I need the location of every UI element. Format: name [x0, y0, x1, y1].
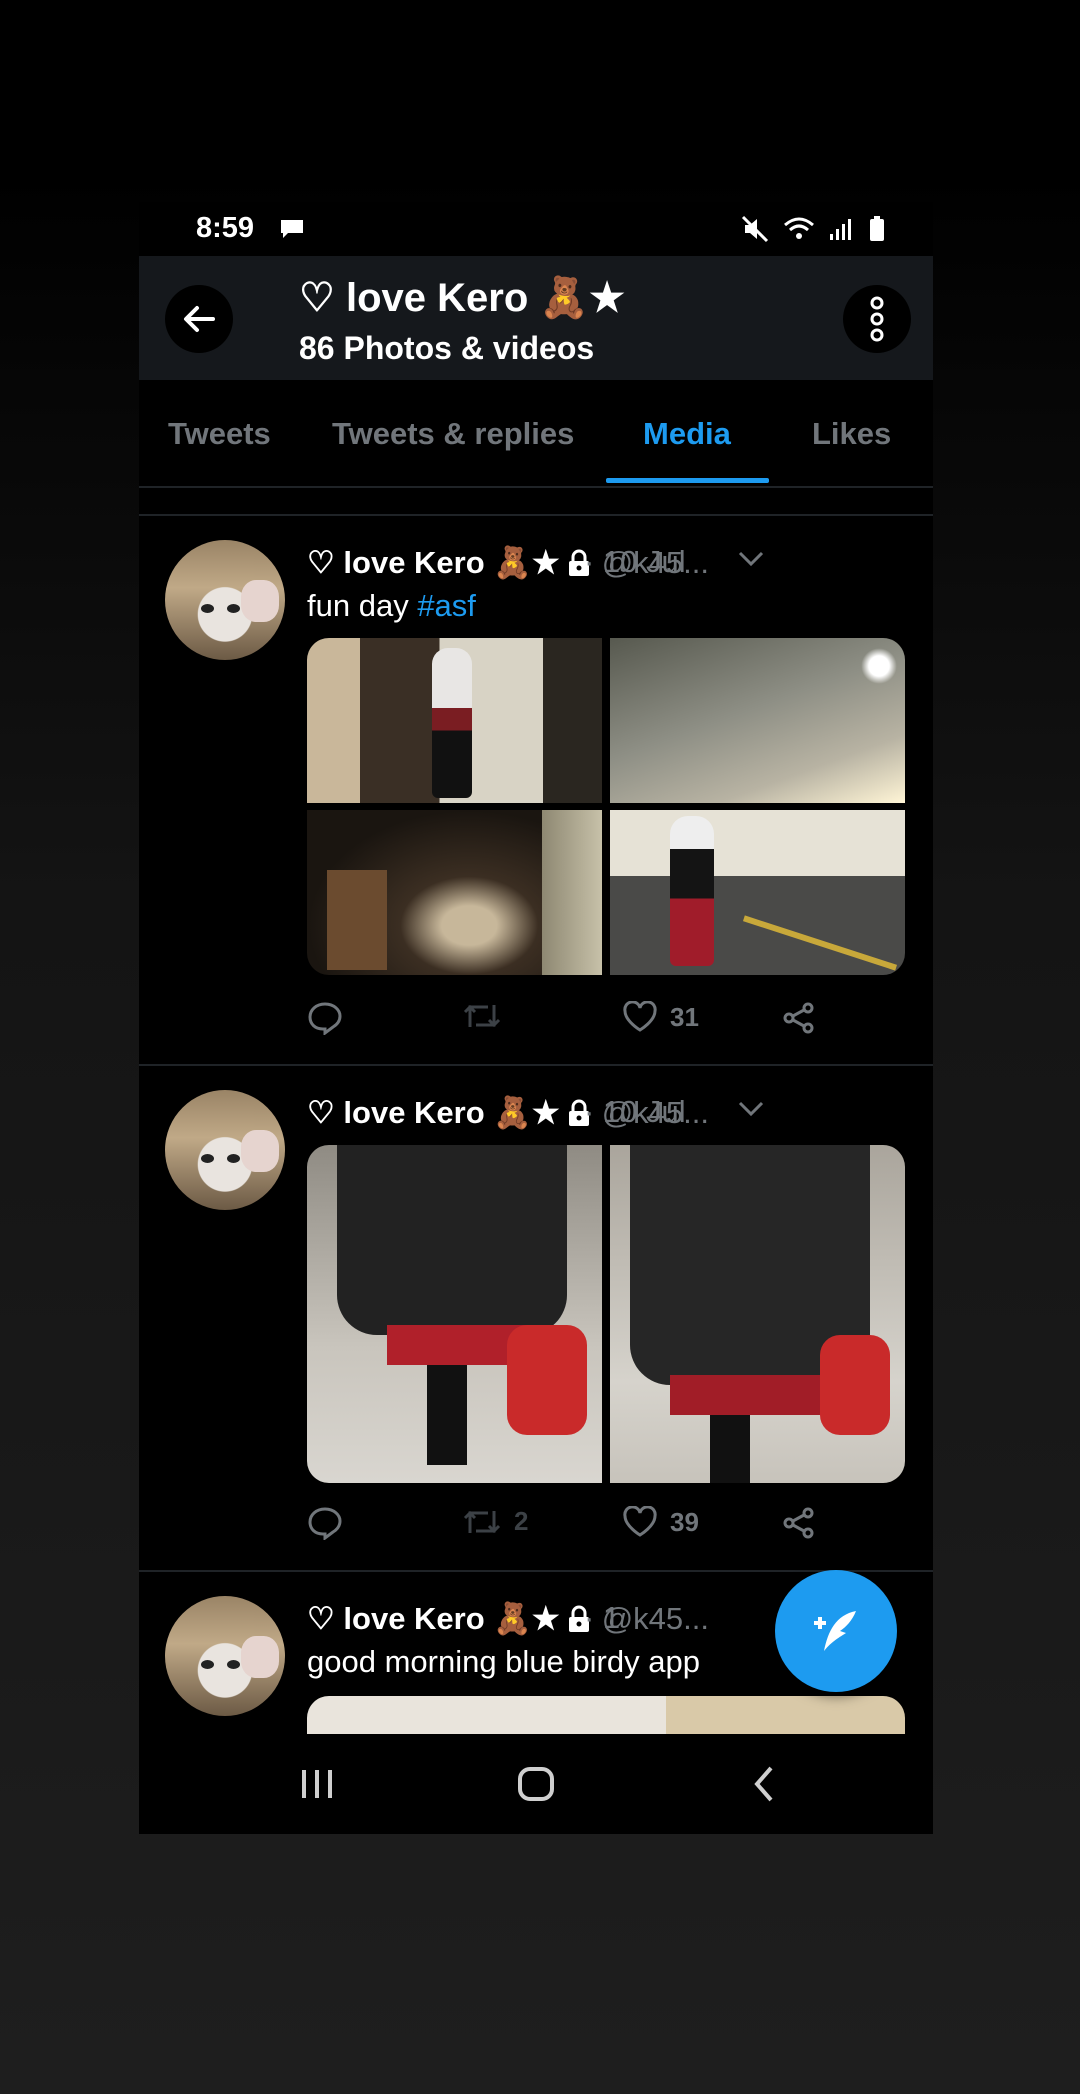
tweet-photo[interactable] [610, 1145, 905, 1483]
phone-screen: 8:59 ♡ love Kero 🧸★ 86 Photos & videos T… [139, 202, 933, 1834]
tab-tweets-replies[interactable]: Tweets & replies [332, 416, 574, 452]
retweet-button[interactable] [462, 1001, 502, 1031]
tweet-text: fun day #asf [307, 588, 476, 624]
message-notification-icon [281, 220, 303, 238]
battery-icon [870, 216, 884, 241]
tweet-photo[interactable] [307, 638, 602, 803]
avatar[interactable] [165, 1090, 285, 1210]
home-icon[interactable] [516, 1764, 556, 1804]
tweet-date[interactable]: · 1 [584, 1600, 620, 1636]
retweet-icon [463, 1004, 501, 1028]
chevron-down-icon[interactable] [737, 550, 765, 568]
share-button[interactable] [782, 1506, 816, 1540]
tweet-1-media-grid [307, 638, 905, 975]
tab-likes[interactable]: Likes [812, 416, 891, 452]
heart-icon [623, 1001, 657, 1032]
active-tab-indicator [606, 478, 769, 483]
tweet-author-name[interactable]: ♡ love Kero 🧸★ [307, 1094, 560, 1131]
tweet-photo[interactable] [307, 810, 602, 975]
retweet-count: 2 [514, 1506, 529, 1536]
back-button[interactable] [165, 285, 233, 353]
retweet-button[interactable]: 2 [462, 1506, 528, 1537]
reply-button[interactable] [307, 1001, 343, 1035]
more-options-button[interactable] [843, 285, 911, 353]
profile-tabs: Tweets Tweets & replies Media Likes [139, 380, 933, 486]
recent-apps-icon[interactable] [299, 1764, 335, 1804]
tweet-text-body: fun day [307, 588, 418, 623]
reply-icon [308, 1507, 342, 1540]
status-time: 8:59 [196, 212, 255, 244]
tweet-1-actions: 31 [307, 1001, 867, 1041]
tweet-2-media-grid [307, 1145, 905, 1483]
tweet-author-name[interactable]: ♡ love Kero 🧸★ [307, 1600, 560, 1637]
tweet-photo[interactable] [610, 638, 905, 803]
share-icon [783, 1507, 814, 1539]
tab-tweets[interactable]: Tweets [168, 416, 271, 452]
reply-button[interactable] [307, 1506, 343, 1540]
share-icon [783, 1002, 814, 1034]
system-navigation-bar [139, 1734, 933, 1834]
like-count: 39 [670, 1506, 699, 1537]
hashtag-link[interactable]: #asf [417, 588, 476, 623]
tweet-text: good morning blue birdy app [307, 1644, 700, 1679]
tweet-date[interactable]: · 10 Jul [584, 1094, 686, 1130]
tweet-author-name[interactable]: ♡ love Kero 🧸★ [307, 544, 560, 581]
status-icons [741, 215, 885, 243]
like-button[interactable]: 31 [622, 1001, 699, 1033]
tabs-divider [139, 486, 933, 488]
signal-icon [830, 219, 851, 240]
profile-name: ♡ love Kero 🧸★ [299, 276, 626, 320]
profile-header-bar: ♡ love Kero 🧸★ 86 Photos & videos [139, 256, 933, 380]
wifi-icon [784, 217, 814, 239]
avatar[interactable] [165, 1596, 285, 1716]
tweet-date[interactable]: · 10 Jul [584, 544, 686, 580]
status-bar: 8:59 [139, 202, 933, 256]
media-count: 86 Photos & videos [299, 330, 595, 366]
chevron-down-icon[interactable] [737, 1100, 765, 1118]
retweet-icon [463, 1510, 501, 1533]
mute-icon [741, 215, 769, 243]
like-count: 31 [670, 1001, 699, 1032]
avatar[interactable] [165, 540, 285, 660]
back-nav-icon[interactable] [749, 1764, 779, 1804]
heart-icon [623, 1506, 657, 1537]
compose-tweet-button[interactable] [775, 1570, 897, 1692]
tweet-header: ♡ love Kero 🧸★ @k45... [307, 1600, 709, 1637]
tweet-photo[interactable] [307, 1145, 602, 1483]
arrow-left-icon [184, 306, 215, 332]
tweet-photo[interactable] [610, 810, 905, 975]
more-vertical-icon [870, 296, 884, 342]
like-button[interactable]: 39 [622, 1506, 699, 1538]
share-button[interactable] [782, 1001, 816, 1035]
tab-media[interactable]: Media [643, 416, 731, 452]
compose-tweet-icon [814, 1611, 856, 1651]
reply-icon [308, 1002, 342, 1035]
tweet-2-actions: 2 39 [307, 1506, 867, 1546]
